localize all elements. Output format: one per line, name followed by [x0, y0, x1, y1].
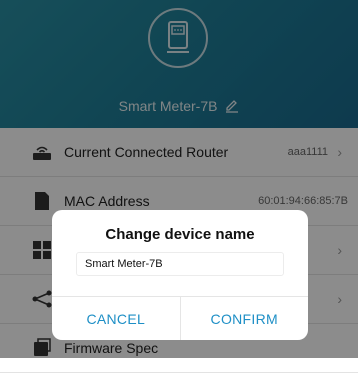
cancel-button[interactable]: CANCEL	[52, 297, 180, 340]
device-name-input[interactable]	[76, 252, 284, 276]
confirm-button[interactable]: CONFIRM	[179, 297, 309, 340]
dialog-title: Change device name	[105, 226, 255, 243]
change-name-dialog: Change device name CANCEL CONFIRM	[52, 210, 308, 340]
dialog-button-row: CANCEL CONFIRM	[52, 296, 308, 340]
